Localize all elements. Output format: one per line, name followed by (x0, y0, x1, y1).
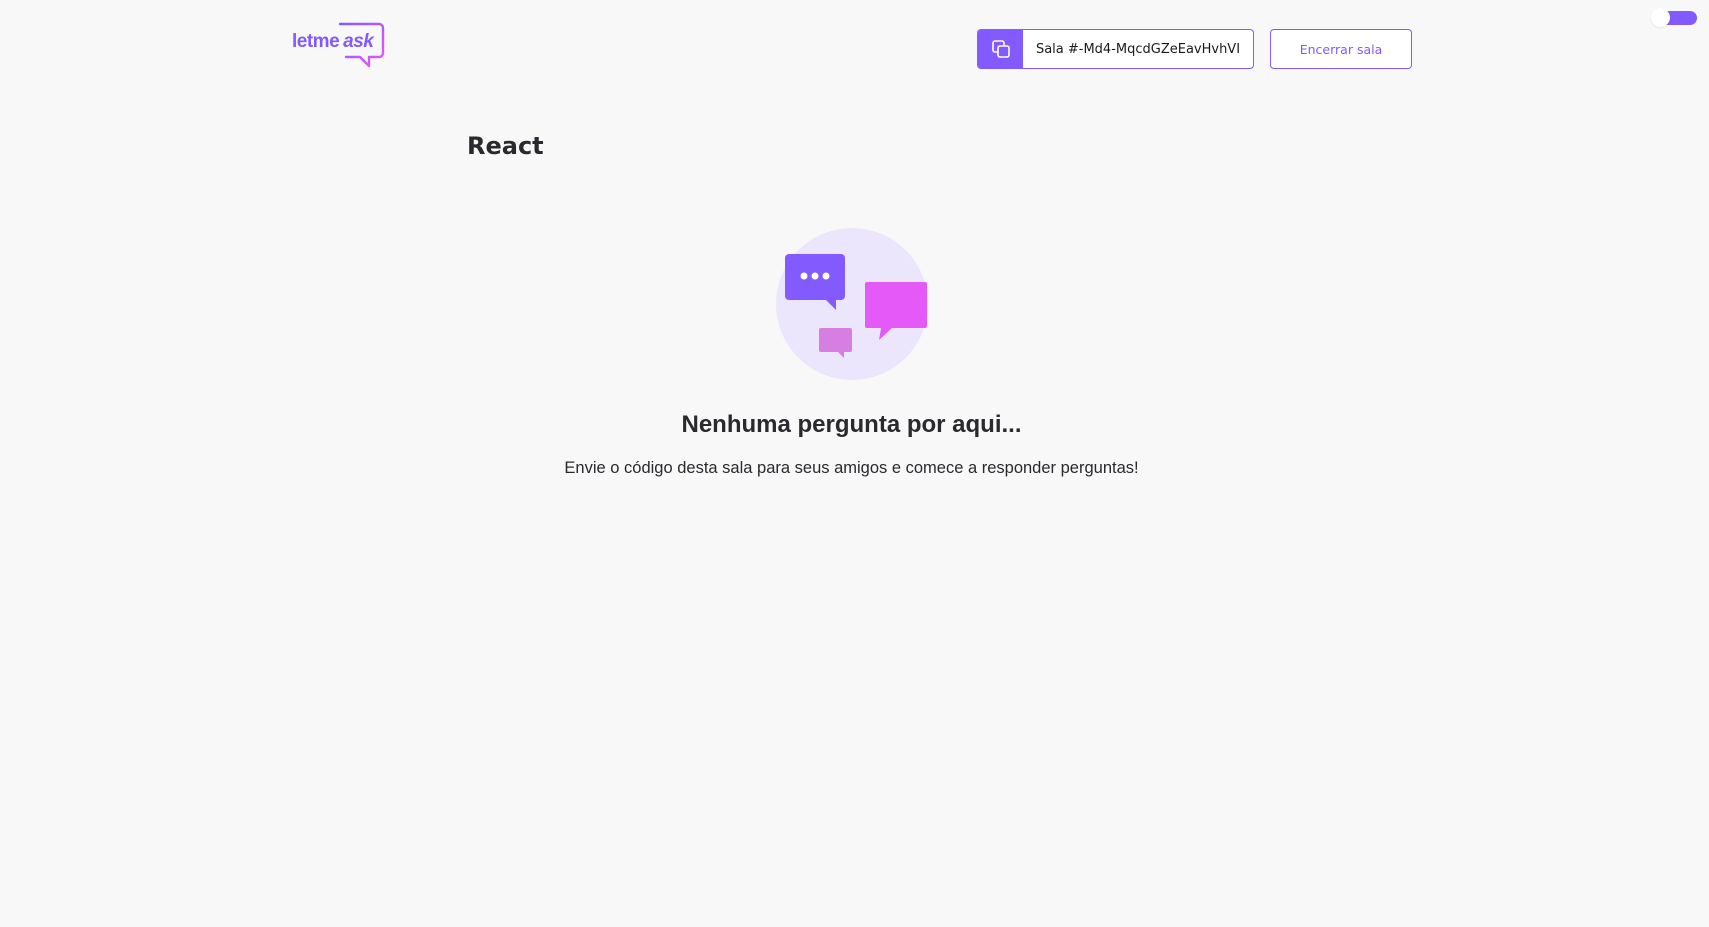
room-code-label: Sala #-Md4-MqcdGZeEavHvhVI (1035, 41, 1241, 57)
top-bar: letme ask Sala #-Md4-MqcdGZeEavHvhVI Ence… (0, 0, 1709, 96)
empty-state-subtitle: Envie o código desta sala para seus amig… (564, 459, 1139, 477)
logo-ask: ask (343, 31, 374, 52)
empty-questions-state: Nenhuma pergunta por aqui... Envie o cód… (0, 226, 1703, 478)
room-code-button[interactable]: Sala #-Md4-MqcdGZeEavHvhVI (977, 29, 1254, 69)
close-room-button[interactable]: Encerrar sala (1270, 29, 1412, 69)
empty-questions-illustration (775, 228, 928, 380)
logo-letme: letme (292, 31, 340, 52)
empty-state-title: Nenhuma pergunta por aqui... (681, 411, 1022, 438)
copy-icon (978, 30, 1023, 68)
room-title: React (467, 132, 544, 160)
logo-text: letme ask (292, 31, 374, 53)
letmeask-logo: letme ask (290, 22, 386, 70)
